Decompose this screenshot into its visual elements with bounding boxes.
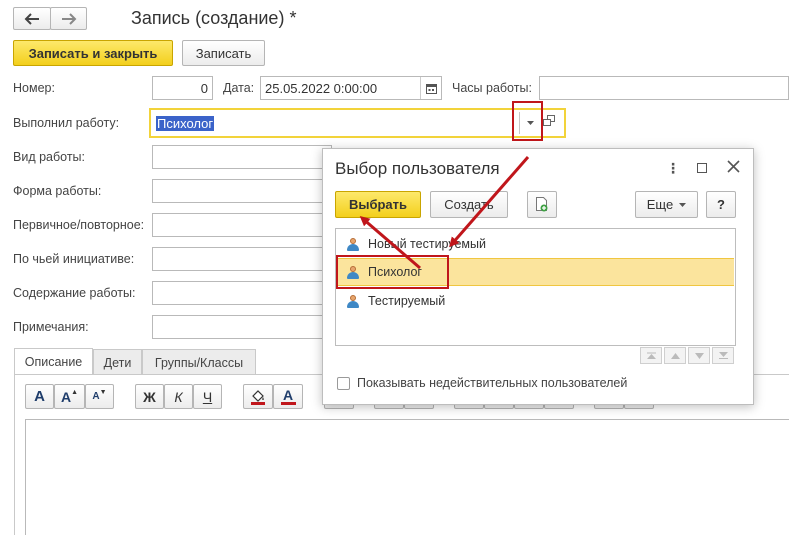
annotation-arrows (359, 156, 530, 270)
arrow-to-select (359, 216, 421, 270)
arrow-to-list (449, 156, 530, 248)
